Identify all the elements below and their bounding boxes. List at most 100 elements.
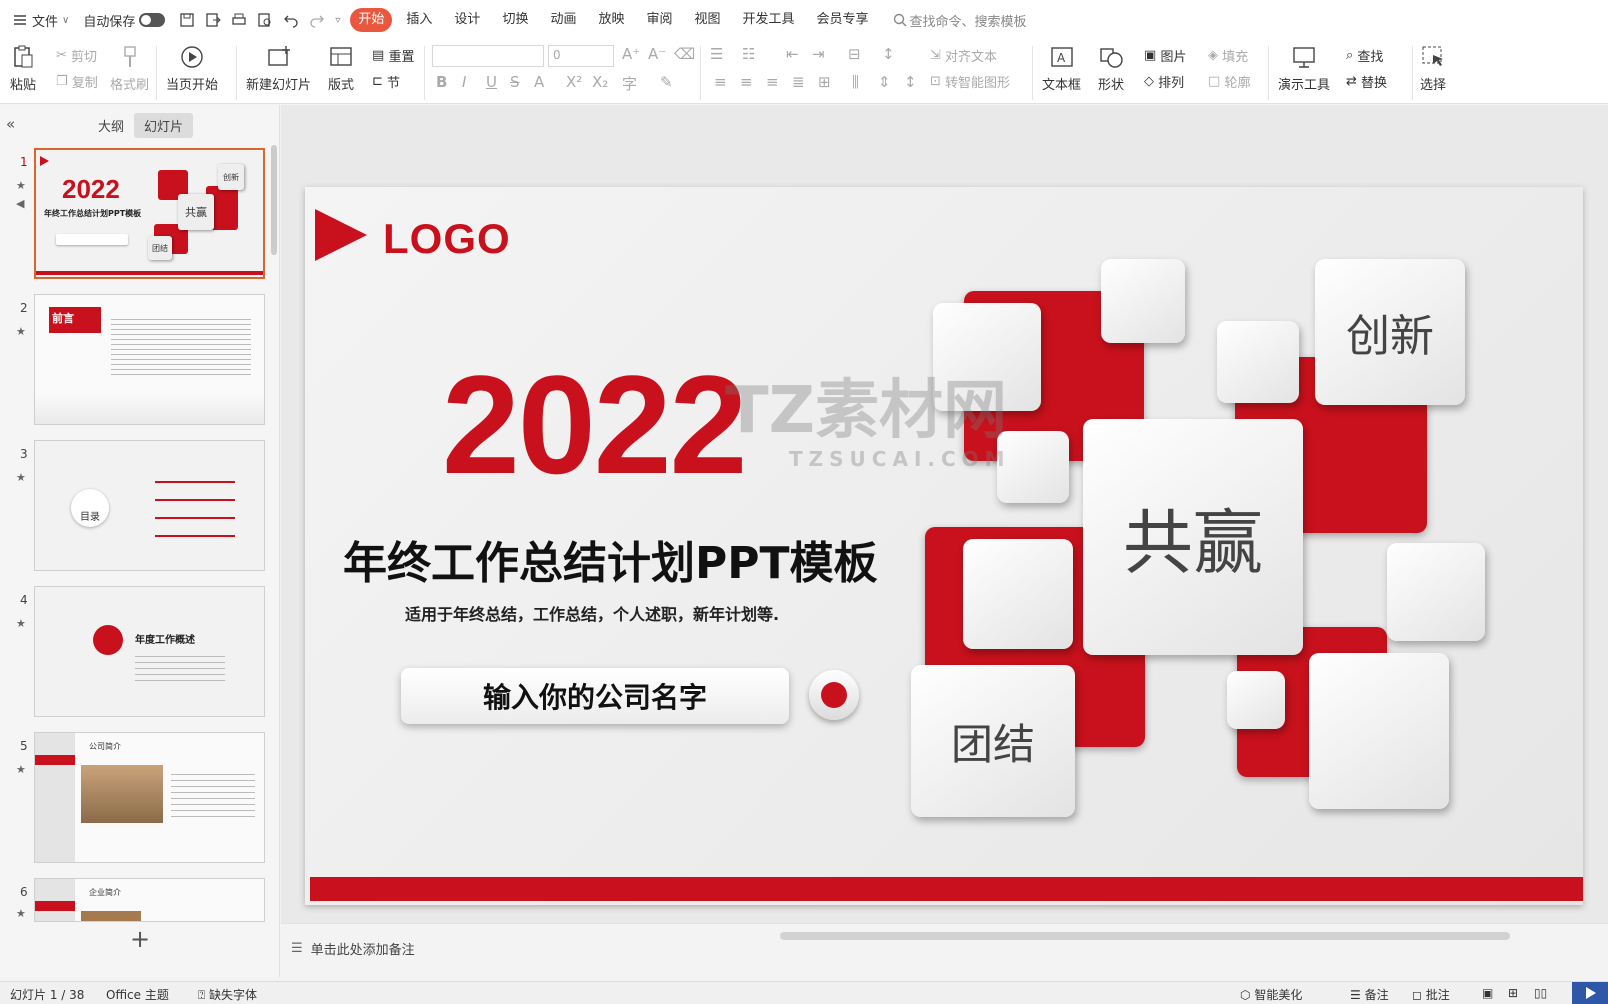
tab-slides[interactable]: 幻灯片	[134, 113, 194, 138]
align-left-icon[interactable]: ≡	[714, 73, 727, 91]
new-slide-button[interactable]: 新建幻灯片	[246, 44, 311, 93]
paste-button[interactable]: 粘贴	[10, 44, 36, 93]
comments-toggle[interactable]: ◻ 批注	[1412, 986, 1450, 1003]
thumbnails-scrollbar[interactable]	[271, 145, 277, 255]
bold-icon[interactable]: B	[436, 73, 447, 91]
bullet-list-icon[interactable]: ☰	[710, 45, 723, 63]
strikethrough-icon[interactable]: S	[510, 73, 520, 91]
find-button[interactable]: ⌕ 查找	[1346, 46, 1383, 65]
tab-animations[interactable]: 动画	[542, 8, 584, 32]
normal-view-icon[interactable]: ▣	[1482, 986, 1493, 1000]
vertical-scrollbar[interactable]	[1598, 105, 1608, 923]
slide-thumbnail-5[interactable]: 公司简介	[34, 732, 265, 863]
print-preview-icon[interactable]	[257, 12, 273, 28]
tab-slideshow[interactable]: 放映	[590, 8, 632, 32]
reset-button[interactable]: ▤ 重置	[372, 46, 414, 65]
clear-format-icon[interactable]: ⌫	[674, 45, 695, 63]
text-direction-icon[interactable]: ⊟	[848, 45, 861, 63]
align-right-icon[interactable]: ≡	[766, 73, 779, 91]
italic-icon[interactable]: I	[462, 73, 466, 91]
command-search-input[interactable]: 查找命令、搜索模板	[910, 11, 1027, 30]
undo-icon[interactable]	[283, 12, 299, 28]
toggle-switch-icon[interactable]	[139, 13, 166, 27]
font-name-select[interactable]	[432, 45, 544, 67]
company-name-box[interactable]: 输入你的公司名字	[401, 668, 789, 724]
tab-home[interactable]: 开始	[350, 8, 393, 32]
theme-name[interactable]: Office 主题	[106, 986, 169, 1003]
redo-icon[interactable]	[309, 12, 325, 28]
phonetic-icon[interactable]: 字	[622, 73, 637, 94]
distribute-icon[interactable]: ⊞	[818, 73, 831, 91]
slide-thumbnail-3[interactable]: 目录	[34, 440, 265, 571]
copy-button[interactable]: ❐ 复制	[56, 72, 98, 91]
slide-year[interactable]: 2022	[442, 355, 747, 495]
tab-membership[interactable]: 会员专享	[809, 8, 877, 32]
para-spacing-icon[interactable]: ⇕	[878, 73, 891, 91]
fill-button[interactable]: ◈ 填充	[1208, 46, 1248, 65]
file-menu[interactable]: 文件 ∨	[12, 11, 69, 30]
tile-win-win[interactable]: 共赢	[1083, 419, 1303, 655]
slide-canvas[interactable]: LOGO 创新 共赢 团结 2022 年终工作总结计划PPT模板 适用于年终总结…	[305, 187, 1583, 905]
export-icon[interactable]	[205, 12, 222, 28]
tab-insert[interactable]: 插入	[398, 8, 440, 32]
tab-transitions[interactable]: 切换	[494, 8, 536, 32]
tab-review[interactable]: 审阅	[638, 8, 680, 32]
outline-button[interactable]: □ 轮廓	[1208, 72, 1250, 91]
slide-thumbnail-1[interactable]: 2022 年终工作总结计划PPT模板 共赢 创新 团结	[34, 148, 265, 279]
tab-design[interactable]: 设计	[446, 8, 488, 32]
font-size-select[interactable]: 0	[548, 45, 614, 67]
format-painter-button[interactable]: 格式刷	[110, 44, 149, 93]
logo-text[interactable]: LOGO	[383, 215, 511, 263]
notes-pane[interactable]: ☰ 单击此处添加备注	[281, 923, 1608, 973]
print-icon[interactable]	[231, 12, 247, 28]
columns-icon[interactable]: ⫼	[852, 73, 859, 91]
line-space-icon[interactable]: ↕	[904, 73, 917, 91]
beautify-button[interactable]: ⬡ 智能美化	[1240, 986, 1302, 1003]
line-spacing-icon[interactable]: ↕	[882, 45, 895, 63]
tab-developer[interactable]: 开发工具	[735, 8, 803, 32]
textbox-button[interactable]: A 文本框	[1042, 44, 1081, 93]
section-button[interactable]: ⊏ 节	[372, 72, 400, 91]
play-from-current-button[interactable]: 当页开始	[166, 44, 218, 93]
reading-view-icon[interactable]: ▯▯	[1534, 986, 1547, 1000]
slide-thumbnail-6[interactable]: 企业简介	[34, 878, 265, 922]
tile-unite[interactable]: 团结	[911, 665, 1075, 817]
tab-view[interactable]: 视图	[687, 8, 729, 32]
subscript-icon[interactable]: X₂	[592, 73, 608, 91]
arrange-button[interactable]: ◇ 排列	[1144, 72, 1184, 91]
justify-icon[interactable]: ≣	[792, 73, 805, 91]
command-search[interactable]: 查找命令、搜索模板	[893, 11, 1027, 30]
autosave-toggle[interactable]: 自动保存	[83, 11, 166, 30]
slide-thumbnail-4[interactable]: 年度工作概述	[34, 586, 265, 717]
superscript-icon[interactable]: X²	[566, 73, 582, 91]
slide-thumbnail-2[interactable]: 前言	[34, 294, 265, 425]
tile-innovate[interactable]: 创新	[1315, 259, 1465, 405]
slide-title[interactable]: 年终工作总结计划PPT模板	[343, 527, 878, 591]
increase-indent-icon[interactable]: ⇥	[812, 45, 825, 63]
numbered-list-icon[interactable]: ☷	[742, 45, 755, 63]
play-slideshow-button[interactable]	[1572, 982, 1608, 1004]
highlight-icon[interactable]: ✎	[660, 73, 673, 91]
decrease-indent-icon[interactable]: ⇤	[786, 45, 799, 63]
missing-font-button[interactable]: ⍰ 缺失字体	[198, 986, 257, 1003]
cut-button[interactable]: ✂ 剪切	[56, 46, 97, 65]
decrease-font-icon[interactable]: A⁻	[648, 45, 666, 63]
notes-placeholder[interactable]: 单击此处添加备注	[311, 939, 415, 958]
font-color-icon[interactable]: A	[534, 73, 544, 91]
shape-button[interactable]: 形状	[1098, 44, 1124, 93]
underline-icon[interactable]: U	[486, 73, 497, 91]
picture-button[interactable]: ▣ 图片	[1144, 46, 1186, 65]
align-center-icon[interactable]: ≡	[740, 73, 753, 91]
to-smartart-button[interactable]: ⊡ 转智能图形	[930, 72, 1010, 91]
slide-subtitle[interactable]: 适用于年终总结，工作总结，个人述职，新年计划等.	[405, 601, 779, 625]
increase-font-icon[interactable]: A⁺	[622, 45, 640, 63]
collapse-panel-icon[interactable]: «	[6, 115, 15, 133]
customize-chevron-icon[interactable]: ▿	[335, 15, 340, 26]
present-tools-button[interactable]: 演示工具	[1278, 44, 1330, 93]
select-button[interactable]: 选择	[1420, 44, 1446, 93]
save-icon[interactable]	[179, 12, 195, 28]
horizontal-scrollbar[interactable]	[780, 932, 1510, 940]
tab-outline[interactable]: 大纲	[88, 113, 134, 138]
layout-button[interactable]: 版式	[328, 44, 354, 93]
slide-sorter-icon[interactable]: ⊞	[1508, 986, 1518, 1000]
